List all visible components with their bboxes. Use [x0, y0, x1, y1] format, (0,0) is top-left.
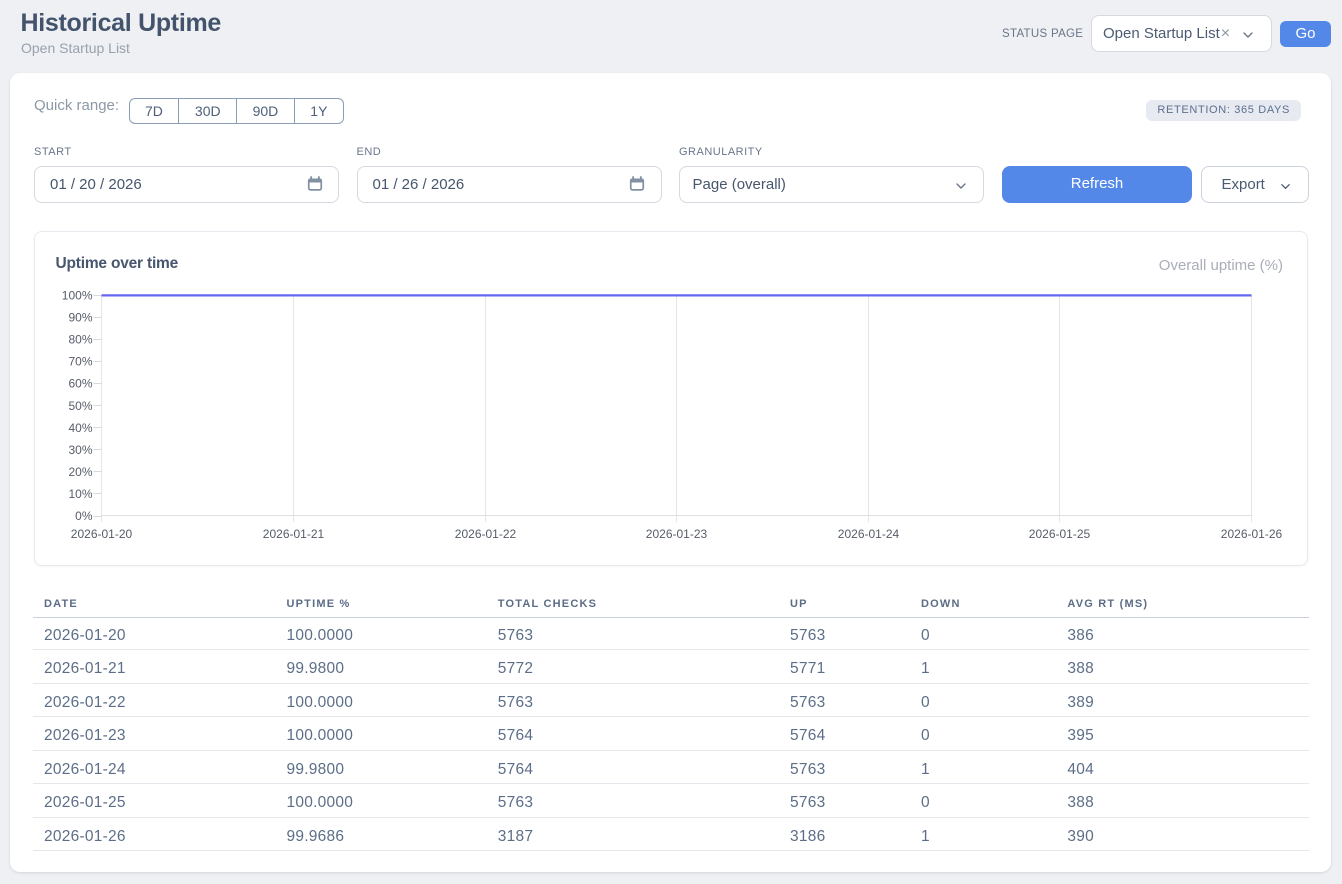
svg-text:20%: 20%	[68, 465, 92, 479]
svg-text:2026-01-23: 2026-01-23	[646, 527, 708, 541]
svg-text:30%: 30%	[68, 443, 92, 457]
svg-text:2026-01-20: 2026-01-20	[71, 527, 133, 541]
svg-text:90%: 90%	[68, 311, 92, 325]
svg-text:2026-01-26: 2026-01-26	[1221, 527, 1283, 541]
svg-text:2026-01-22: 2026-01-22	[455, 527, 517, 541]
svg-text:100%: 100%	[62, 289, 93, 303]
svg-text:2026-01-21: 2026-01-21	[263, 527, 325, 541]
svg-text:0%: 0%	[75, 509, 93, 523]
svg-text:10%: 10%	[68, 487, 92, 501]
svg-text:2026-01-24: 2026-01-24	[838, 527, 900, 541]
svg-text:40%: 40%	[68, 421, 92, 435]
svg-text:50%: 50%	[68, 399, 92, 413]
svg-text:60%: 60%	[68, 377, 92, 391]
svg-text:70%: 70%	[68, 355, 92, 369]
svg-text:2026-01-25: 2026-01-25	[1029, 527, 1091, 541]
svg-text:80%: 80%	[68, 333, 92, 347]
